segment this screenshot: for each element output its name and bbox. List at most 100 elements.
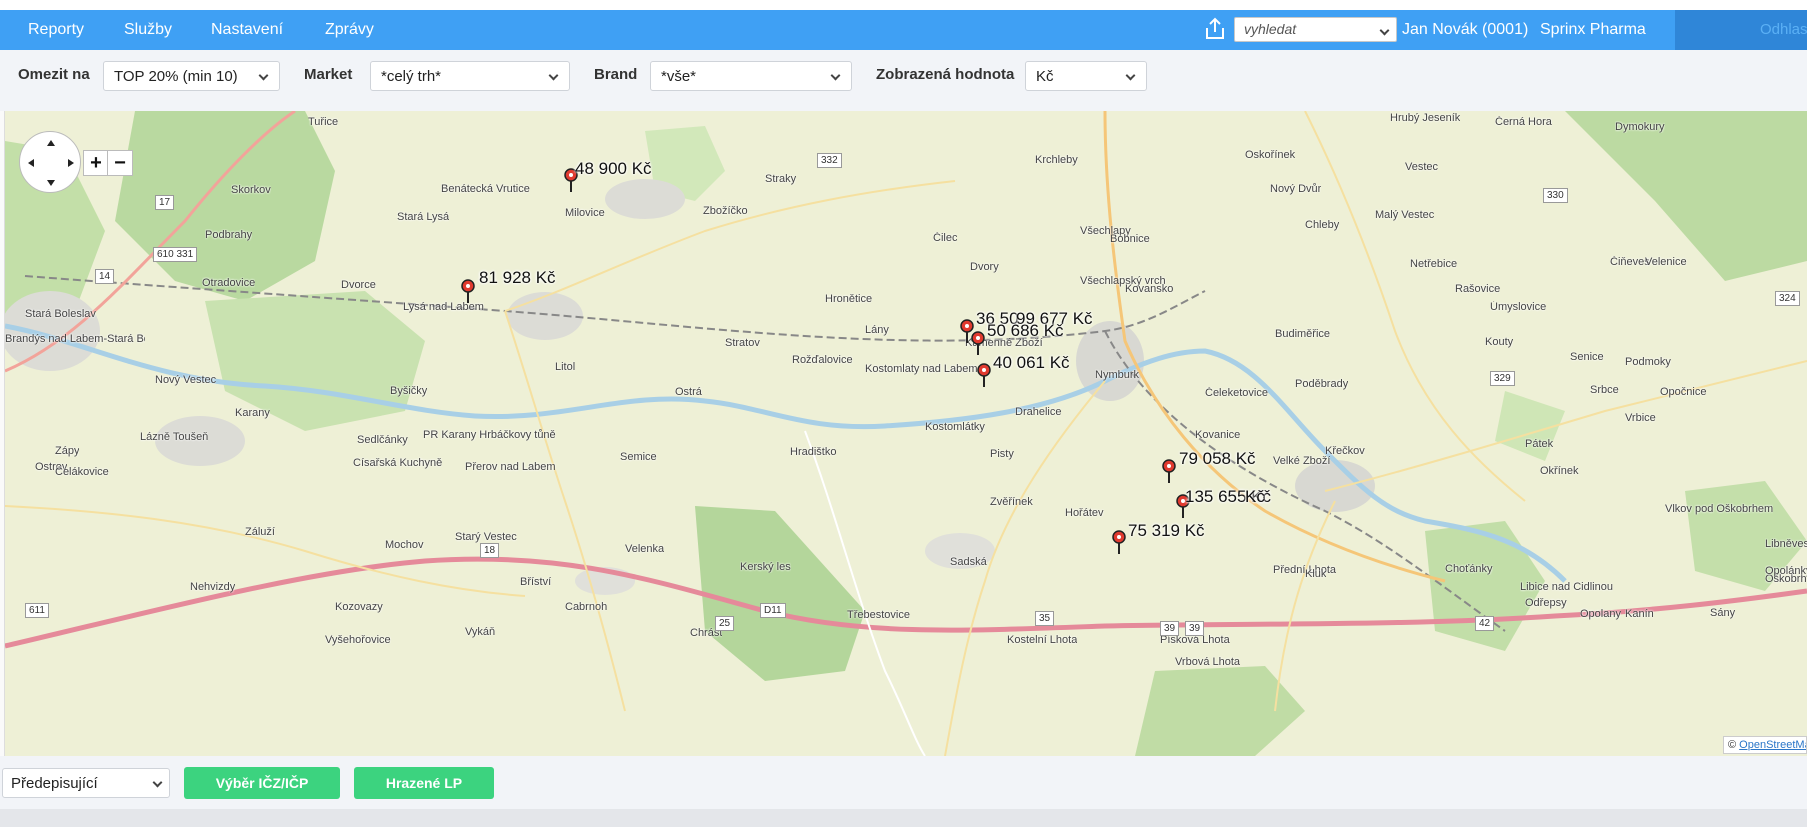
place-label: Kostomlátky <box>925 421 985 433</box>
place-label: Opočnice <box>1660 386 1707 398</box>
place-label: Pátek <box>1525 438 1554 450</box>
place-label: Litol <box>555 361 576 373</box>
zoom-in-button[interactable]: + <box>83 150 109 176</box>
chevron-down-icon <box>1125 70 1136 81</box>
navbar: Reporty Služby Nastavení Zprávy vyhledat… <box>0 10 1807 50</box>
hrazene-lp-button[interactable]: Hrazené LP <box>354 767 494 799</box>
icz-select-button[interactable]: Výběr IČZ/IČP <box>184 767 340 799</box>
place-label: Stará Boleslav <box>25 308 96 320</box>
marker-value-label: 75 319 Kč <box>1128 521 1205 540</box>
bottom-bar: Předepisující Výběr IČZ/IČP Hrazené LP <box>0 756 1807 809</box>
place-label: Vykáň <box>465 626 496 638</box>
road-number-label: 610 331 <box>153 247 198 262</box>
place-label: Mochov <box>385 539 424 551</box>
place-label: Čelákovice <box>55 466 109 478</box>
nav-reporty[interactable]: Reporty <box>28 10 84 50</box>
chevron-down-icon <box>258 70 269 81</box>
place-label: Bříství <box>520 576 552 588</box>
place-label: Budiměřice <box>1275 328 1331 340</box>
company-name: Sprinx Pharma <box>1540 21 1646 38</box>
chevron-down-icon <box>1379 25 1390 36</box>
footer-strip <box>0 809 1807 827</box>
filter-bar: Omezit na TOP 20% (min 10) Market *celý … <box>0 50 1807 111</box>
place-label: Milovice <box>565 207 605 219</box>
map-pin-icon[interactable] <box>1111 530 1127 554</box>
place-label: Vrbice <box>1625 412 1656 424</box>
place-label: Velenka <box>625 543 665 555</box>
logout-button[interactable]: Odhlas <box>1675 10 1807 50</box>
display-select[interactable]: Kč <box>1025 61 1147 91</box>
map-pin-icon[interactable] <box>1161 459 1177 483</box>
place-label: Úmyslovice <box>1490 301 1547 313</box>
market-select[interactable]: *celý trh* <box>370 61 570 91</box>
chevron-down-icon <box>830 70 841 81</box>
place-label: Poděbrady <box>1295 378 1349 390</box>
road-number-label: 332 <box>817 153 842 168</box>
pan-control[interactable] <box>19 131 81 193</box>
map-pin-icon[interactable] <box>976 363 992 387</box>
map-pin-icon[interactable] <box>460 279 476 303</box>
place-label: Stratov <box>725 337 760 349</box>
place-label: Záluží <box>245 526 275 538</box>
place-label: Stará Lysá <box>397 211 450 223</box>
place-label: Kluk <box>1305 568 1327 580</box>
place-label: Nový Dvůr <box>1270 183 1322 195</box>
place-label: Skorkov <box>231 184 271 196</box>
prescriber-select[interactable]: Předepisující <box>2 768 170 798</box>
road-number-label: 330 <box>1543 188 1568 203</box>
nav-nastaveni[interactable]: Nastavení <box>211 10 283 50</box>
place-label: Čilec <box>933 232 958 244</box>
place-label: Dvory <box>970 261 999 273</box>
nav-zpravy[interactable]: Zprávy <box>325 10 374 50</box>
place-label: Byšičky <box>390 385 428 397</box>
place-label: Okřínek <box>1540 465 1579 477</box>
brand-select-value: *vše* <box>661 68 697 85</box>
limit-select[interactable]: TOP 20% (min 10) <box>103 61 280 91</box>
place-label: Císařská Kuchyně <box>353 457 443 469</box>
place-label: Oskořínek <box>1245 149 1296 161</box>
place-label: Semice <box>620 451 657 463</box>
place-label: Velenice <box>1645 256 1687 268</box>
place-label: Starý Vestec <box>455 531 517 543</box>
market-select-value: *celý trh* <box>381 68 442 85</box>
place-label: Libice nad Cidlinou <box>1520 581 1613 593</box>
brand-select[interactable]: *vše* <box>650 61 852 91</box>
zoom-out-button[interactable]: − <box>107 150 133 176</box>
share-icon[interactable] <box>1201 15 1229 43</box>
place-label: Kovanice <box>1195 429 1241 441</box>
chevron-down-icon <box>152 777 163 788</box>
place-label: Ostrá <box>675 386 702 398</box>
place-label: Senice <box>1570 351 1604 363</box>
place-label: Lány <box>865 324 889 336</box>
attribution-link[interactable]: OpenStreetMap <box>1739 739 1806 751</box>
place-label: Hrubý Jeseník <box>1390 112 1461 124</box>
place-label: Zbožíčko <box>703 205 748 217</box>
place-label: Dvorce <box>341 279 376 291</box>
place-label: Rožďalovice <box>792 354 853 366</box>
nav-sluzby[interactable]: Služby <box>124 10 172 50</box>
map-view[interactable]: Tuřice Skorkov Podbrahy Otradovice Stará Bol… <box>5 111 1807 756</box>
place-label: Opolánky <box>1765 565 1807 577</box>
place-label: Čeleketovice <box>1205 387 1268 399</box>
prescriber-select-value: Předepisující <box>11 775 98 792</box>
road-number-label: 35 <box>1035 611 1055 626</box>
place-label: Nymburk <box>1095 369 1140 381</box>
brand-label: Brand <box>594 66 638 83</box>
place-label: Dymokury <box>1615 121 1665 133</box>
place-label: Drahelice <box>1015 406 1062 418</box>
marker-value-label: Kč <box>1245 487 1265 506</box>
place-label: Malý Vestec <box>1375 209 1435 221</box>
marker-value-label: 40 061 Kč <box>993 353 1070 372</box>
place-label: Hronětice <box>825 293 873 305</box>
place-label: Vrbová Lhota <box>1175 656 1241 668</box>
place-label: Sedlčánky <box>357 434 408 446</box>
place-label: Rašovice <box>1455 283 1501 295</box>
road-number-label: 611 <box>25 603 49 618</box>
place-label: PR Karany Hrbáčkovy tůně <box>423 429 556 441</box>
road-number-label: 25 <box>715 616 735 631</box>
place-label: Chleby <box>1305 219 1340 231</box>
place-label: Tuřice <box>308 116 339 128</box>
place-label: Pisty <box>990 448 1014 460</box>
search-select[interactable]: vyhledat <box>1234 17 1397 42</box>
map-pin-icon[interactable] <box>970 331 986 355</box>
